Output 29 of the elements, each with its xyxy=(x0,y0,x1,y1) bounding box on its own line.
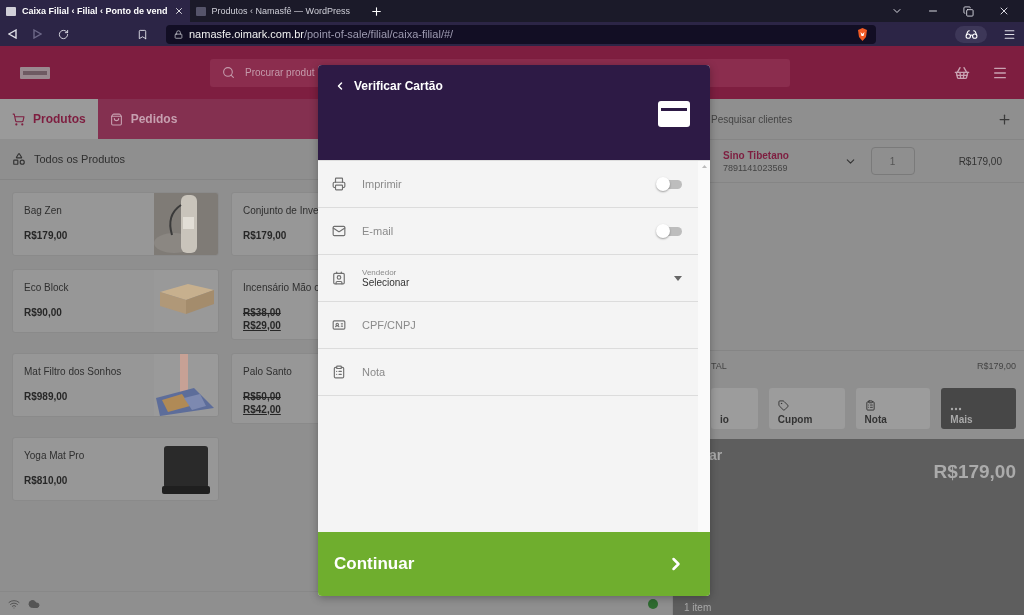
select-label: Vendedor xyxy=(362,268,398,277)
product-name: Mat Filtro dos Sonhos xyxy=(24,366,122,377)
url-text: namasfe.oimark.com.br/point-of-sale/filial/caixa-filial/#/ xyxy=(189,28,455,40)
product-name: Bag Zen xyxy=(24,205,62,216)
toggle-label: E-mail xyxy=(362,225,395,237)
total-label: TAL xyxy=(711,360,727,371)
product-price: R$42,00 xyxy=(243,404,281,415)
product-name: Conjunto de Inve xyxy=(243,205,319,216)
item-name: Sino Tibetano xyxy=(723,149,790,161)
product-name: Yoga Mat Pro xyxy=(24,450,85,461)
item-code: 7891141023569 xyxy=(723,162,789,173)
product-price: R$50,00 xyxy=(243,391,281,402)
toggle-label: Imprimir xyxy=(362,178,403,190)
item-price: R$179,00 xyxy=(958,155,1002,167)
product-price: R$179,00 xyxy=(24,230,68,241)
product-name: Eco Block xyxy=(24,282,69,293)
product-name: Palo Santo xyxy=(243,366,292,377)
product-price: R$38,00 xyxy=(243,307,281,318)
total-value: R$179,00 xyxy=(976,360,1016,371)
dialog-title: Verificar Cartão xyxy=(354,79,443,93)
product-price: R$29,00 xyxy=(243,320,281,331)
item-count: 1 item xyxy=(684,602,713,613)
product-price: R$989,00 xyxy=(24,391,68,402)
product-price: R$810,00 xyxy=(24,475,68,486)
product-price: R$179,00 xyxy=(243,230,287,241)
checkout-label: ar xyxy=(709,446,723,463)
select-value: Selecionar xyxy=(362,277,411,288)
checkout-total: R$179,00 xyxy=(933,460,1016,483)
product-price: R$90,00 xyxy=(24,307,62,318)
